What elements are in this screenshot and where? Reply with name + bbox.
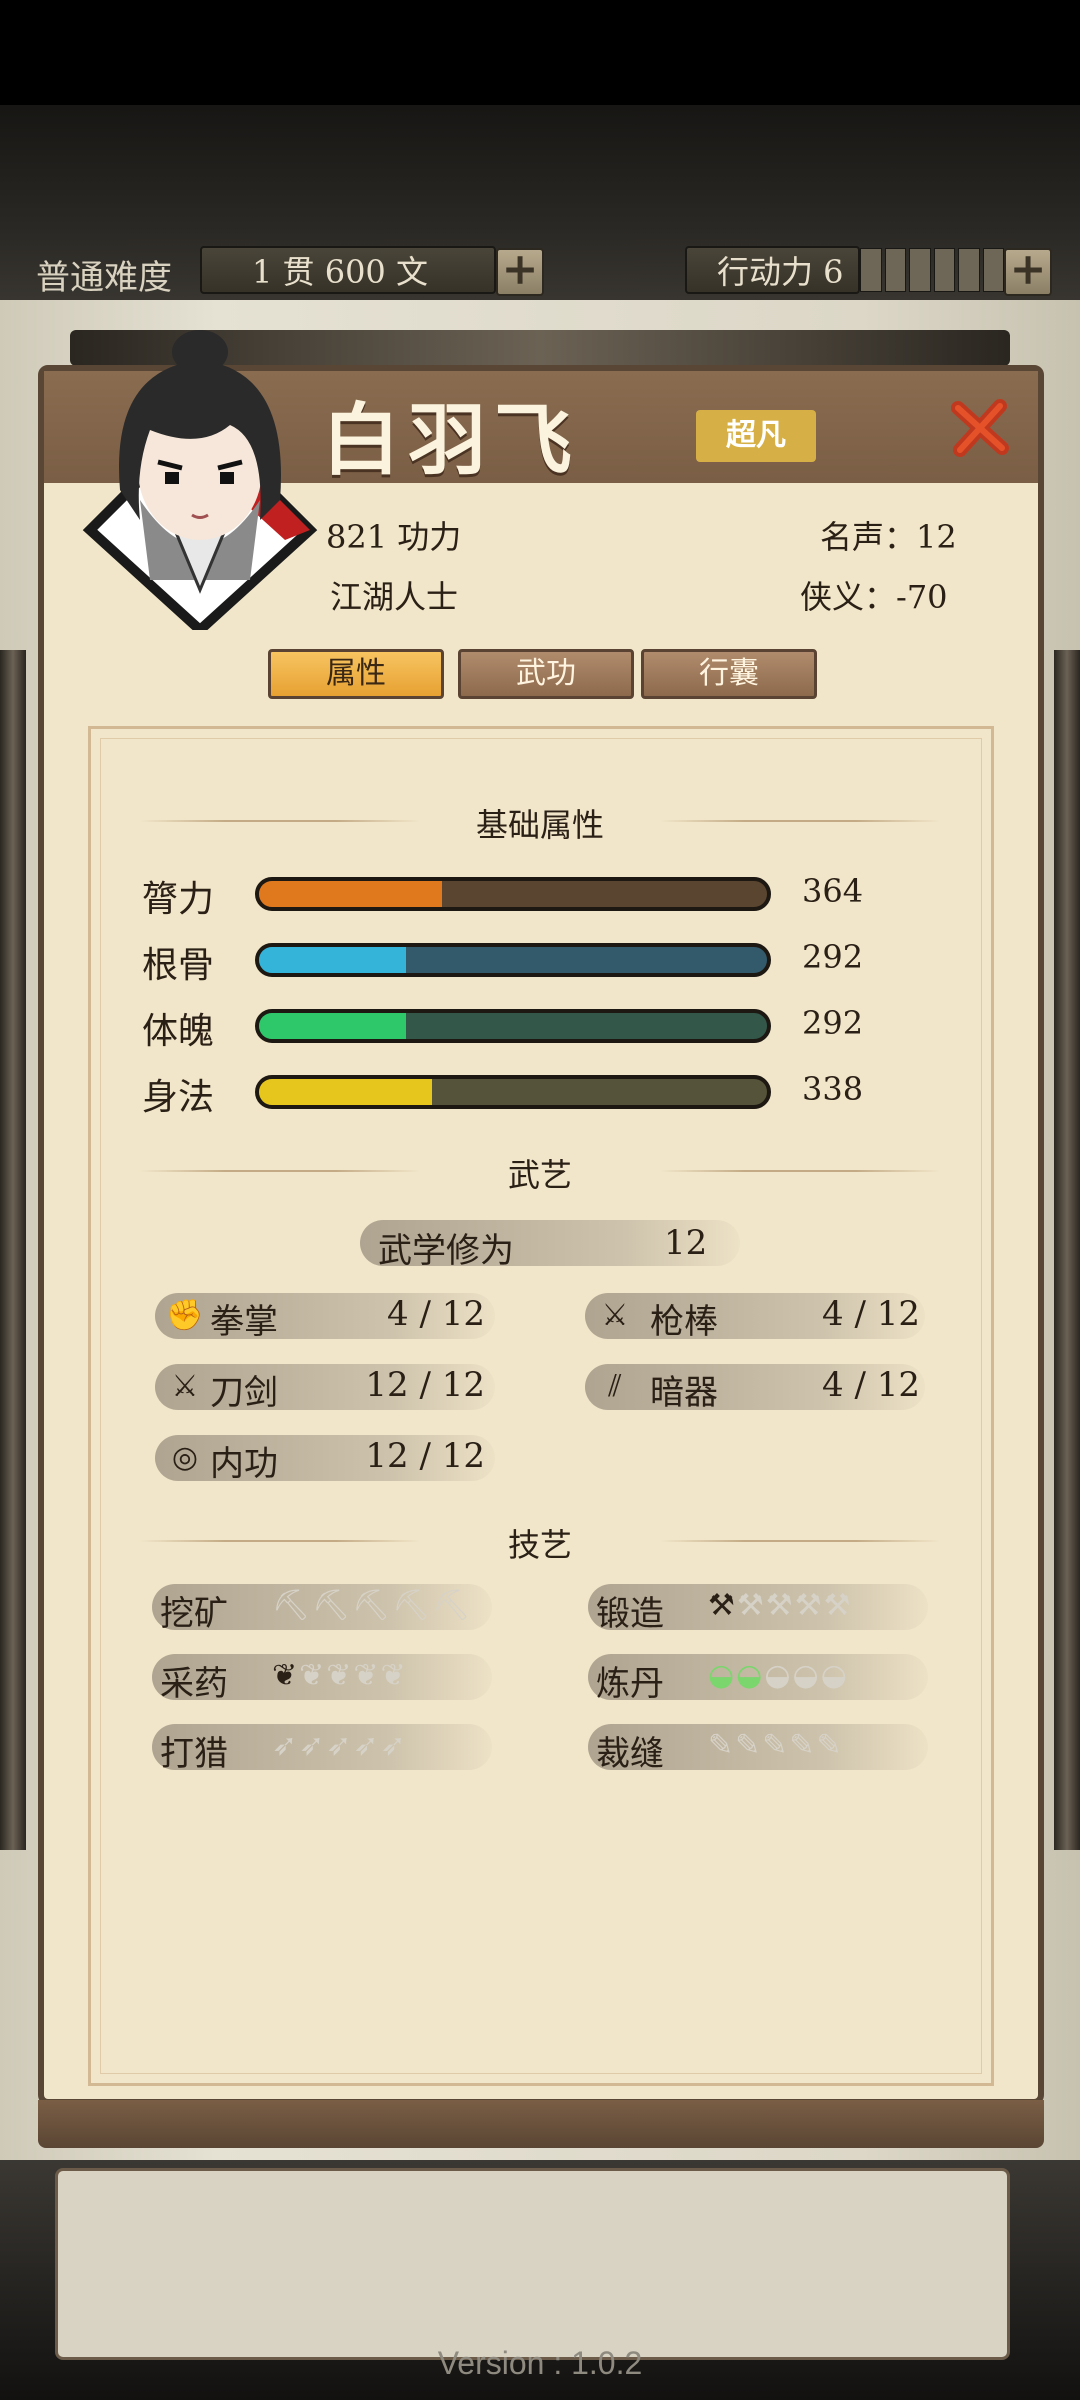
attr-bar-physique: [255, 1009, 771, 1043]
section-crafts: 技艺: [507, 1526, 572, 1564]
attr-value-agility: 338: [802, 1070, 864, 1108]
avatar: [80, 330, 320, 637]
tab-inventory[interactable]: 行囊: [641, 649, 817, 699]
section-base-attributes: 基础属性: [475, 806, 604, 844]
attr-fill-agility: [259, 1079, 432, 1105]
skill-label-fist: 拳掌: [210, 1302, 278, 1342]
attr-label-agility: 身法: [142, 1077, 215, 1118]
skill-label-darts: 暗器: [650, 1373, 718, 1413]
attr-label-physique: 体魄: [142, 1011, 215, 1052]
fame-text: 名声：12: [820, 518, 957, 556]
action-points-bar: [860, 248, 1004, 292]
section-martial: 武艺: [507, 1156, 572, 1194]
craft-levels-tailoring: ✎✎✎✎✎: [708, 1728, 844, 1763]
skill-label-sword: 刀剑: [210, 1373, 278, 1413]
tab-attributes[interactable]: 属性: [268, 649, 444, 699]
action-points-display: 行动力 6: [685, 246, 860, 294]
divider-right: [660, 1170, 940, 1172]
skill-value-inner: 12 / 12: [365, 1436, 485, 1476]
craft-levels-forging: ⚒⚒⚒⚒⚒: [708, 1588, 852, 1623]
skill-value-spear: 4 / 12: [822, 1294, 920, 1334]
skill-value-fist: 4 / 12: [387, 1294, 485, 1334]
craft-label-alchemy: 炼丹: [596, 1664, 664, 1704]
power-text: 821 功力: [326, 518, 462, 556]
scroll-right-edge: [1054, 650, 1080, 1850]
needle-icon: ✎✎✎✎✎: [708, 1728, 844, 1763]
identity-text: 江湖人士: [330, 578, 459, 616]
craft-levels-mining: ⛏⛏⛏⛏⛏: [272, 1588, 472, 1623]
attr-bar-strength: [255, 877, 771, 911]
attr-bar-constitution: [255, 943, 771, 977]
skill-value-darts: 4 / 12: [822, 1365, 920, 1405]
message-box: [55, 2168, 1010, 2360]
add-money-button[interactable]: +: [496, 248, 544, 296]
cultivation-label: 武学修为: [378, 1231, 514, 1271]
scroll-left-edge: [0, 650, 26, 1850]
divider-left: [140, 1540, 420, 1542]
fist-icon: ✊: [166, 1298, 204, 1333]
version-text: Version : 1.0.2: [437, 2345, 643, 2381]
craft-levels-alchemy: ◒◒◒◒◒: [708, 1658, 849, 1693]
add-action-points-button[interactable]: +: [1004, 248, 1052, 296]
bowl-icon: ◒◒◒: [764, 1658, 849, 1693]
chivalry-text: 侠义：-70: [800, 578, 948, 616]
difficulty-label: 普通难度: [36, 258, 172, 298]
skill-label-inner: 内功: [210, 1444, 278, 1484]
attr-label-constitution: 根骨: [142, 945, 215, 986]
money-amount: 1 贯 600 文: [252, 253, 428, 291]
anvil-icon: ⚒⚒⚒⚒: [736, 1588, 853, 1623]
character-name: 白羽飞: [322, 395, 581, 486]
herb-icon: ❦❦❦❦: [299, 1658, 408, 1693]
close-button[interactable]: [950, 398, 1010, 458]
arrow-icon: ➶➶➶➶➶: [272, 1728, 408, 1763]
craft-levels-herbs: ❦❦❦❦❦: [272, 1658, 408, 1693]
attr-fill-strength: [259, 881, 442, 907]
crossed-spears-icon: ⚔: [601, 1298, 629, 1333]
divider-left: [140, 1170, 420, 1172]
attr-value-constitution: 292: [802, 938, 864, 976]
action-points-label: 行动力 6: [717, 253, 844, 291]
inner-energy-icon: ◎: [171, 1440, 199, 1475]
cultivation-value: 12: [664, 1223, 708, 1263]
attr-label-strength: 膂力: [142, 879, 215, 920]
attr-bar-agility: [255, 1075, 771, 1109]
divider-right: [660, 1540, 940, 1542]
herb-icon: ❦: [272, 1658, 300, 1693]
craft-label-tailoring: 裁缝: [596, 1734, 664, 1774]
anvil-icon: ⚒: [708, 1588, 737, 1623]
craft-label-herbs: 采药: [160, 1664, 228, 1704]
attr-fill-physique: [259, 1013, 407, 1039]
craft-levels-hunting: ➶➶➶➶➶: [272, 1728, 408, 1763]
attr-fill-constitution: [259, 947, 407, 973]
close-icon: [951, 399, 1009, 457]
skill-value-sword: 12 / 12: [365, 1365, 485, 1405]
tab-martial-arts[interactable]: 武功: [458, 649, 634, 699]
craft-label-forging: 锻造: [596, 1594, 664, 1634]
skill-label-spear: 枪棒: [650, 1302, 718, 1342]
crossed-swords-icon: ⚔: [171, 1369, 199, 1404]
attr-value-strength: 364: [802, 872, 864, 910]
craft-label-mining: 挖矿: [160, 1594, 228, 1634]
bowl-icon: ◒◒: [708, 1658, 765, 1693]
divider-left: [140, 820, 420, 822]
grade-badge: 超凡: [696, 410, 816, 462]
darts-icon: ⫽: [608, 1369, 622, 1404]
pickaxe-icon: ⛏⛏⛏⛏⛏: [272, 1588, 473, 1623]
divider-right: [660, 820, 940, 822]
money-display: 1 贯 600 文: [200, 246, 496, 294]
craft-label-hunting: 打猎: [160, 1734, 228, 1774]
status-bar-area: [0, 0, 1080, 105]
attr-value-physique: 292: [802, 1004, 864, 1042]
panel-footer: [38, 2100, 1044, 2148]
